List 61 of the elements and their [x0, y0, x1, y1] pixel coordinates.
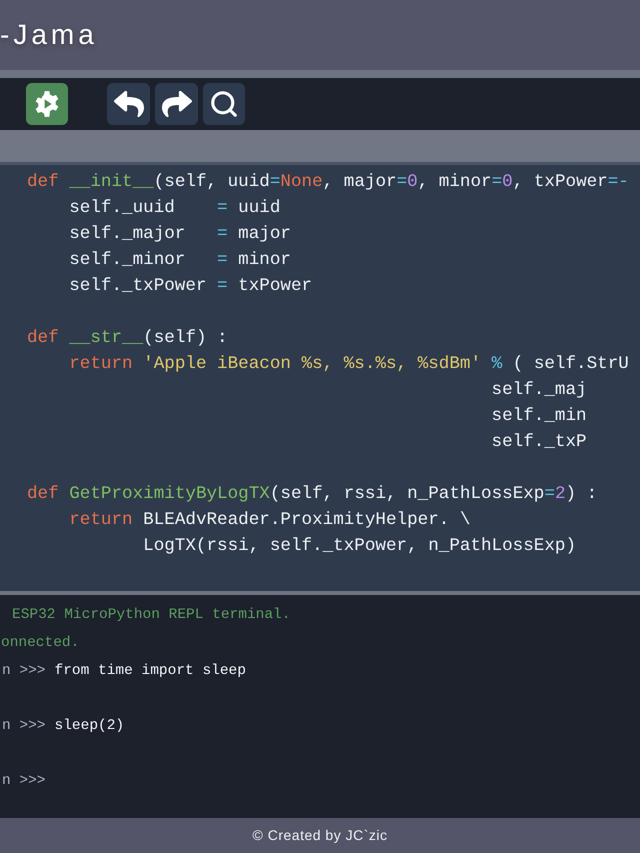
code-token: self._txP [490, 432, 587, 452]
code-token: (self, uuid [154, 172, 270, 192]
code-token: , txPower [512, 172, 608, 192]
code-token: __init__ [68, 172, 154, 192]
code-token: def [27, 328, 59, 348]
code-token: self._major [68, 224, 186, 244]
gear-play-icon [33, 90, 61, 118]
code-token: uuid [237, 198, 280, 218]
code-token: txPower [237, 276, 312, 296]
code-token: self._txPower [68, 276, 208, 296]
code-token: =- [608, 172, 629, 192]
code-token: = [270, 172, 280, 192]
terminal-message: ESP32 MicroPython REPL terminal. [11, 606, 290, 625]
code-token: , minor [418, 172, 492, 192]
terminal-prompt: n >>> [1, 662, 46, 681]
code-token: , major [322, 172, 397, 192]
app-title: -Jama [0, 18, 98, 52]
terminal-message: onnected. [0, 634, 80, 653]
terminal-command: from time import sleep [54, 662, 246, 681]
code-token: (self, rssi, n_PathLossExp [270, 484, 544, 504]
footer-credit: © Created by JC`zic [252, 826, 388, 845]
code-token: __str__ [68, 328, 144, 348]
code-token: major [237, 224, 291, 244]
code-token: def [27, 172, 59, 192]
terminal-prompt: n >>> [1, 717, 46, 736]
code-token: = [217, 224, 228, 244]
code-token: minor [237, 250, 291, 270]
code-token: = [544, 484, 555, 504]
code-token: % [490, 354, 502, 374]
terminal-prompt: n >>> [1, 772, 46, 791]
code-token: 'Apple iBeacon %s, %s.%s, %sdBm' [142, 354, 482, 374]
code-token: = [396, 172, 408, 192]
code-token: None [280, 172, 323, 192]
code-token: self._min [490, 406, 587, 426]
code-token: self._maj [490, 380, 587, 400]
code-token: = [492, 172, 502, 192]
code-token: GetProximityByLogTX [68, 484, 270, 504]
undo-arrow-icon [114, 89, 144, 119]
run-settings-button[interactable] [26, 83, 68, 125]
code-token: 2 [554, 484, 566, 504]
code-token: = [217, 250, 228, 270]
undo-button[interactable] [107, 83, 150, 125]
code-token: ( self.StrU [512, 354, 629, 374]
code-token: BLEAdvReader.ProximityHelper. \ [142, 510, 470, 530]
code-token: = [217, 276, 228, 296]
code-token: = [217, 198, 228, 218]
code-token: def [27, 484, 59, 504]
search-button[interactable] [203, 83, 245, 125]
code-token: self._uuid [68, 198, 176, 218]
code-token: self._minor [68, 250, 186, 270]
code-token: LogTX(rssi, self._txPower, n_PathLossExp) [142, 536, 576, 556]
code-token: return [68, 510, 133, 530]
code-token: ) : [566, 484, 598, 504]
code-token: 0 [407, 172, 418, 192]
redo-arrow-icon [162, 89, 192, 119]
search-icon [209, 89, 239, 119]
code-token: 0 [502, 172, 513, 192]
redo-button[interactable] [155, 83, 198, 125]
code-token: (self) : [143, 328, 228, 348]
terminal-command: sleep(2) [54, 717, 124, 736]
code-token: return [68, 354, 133, 374]
